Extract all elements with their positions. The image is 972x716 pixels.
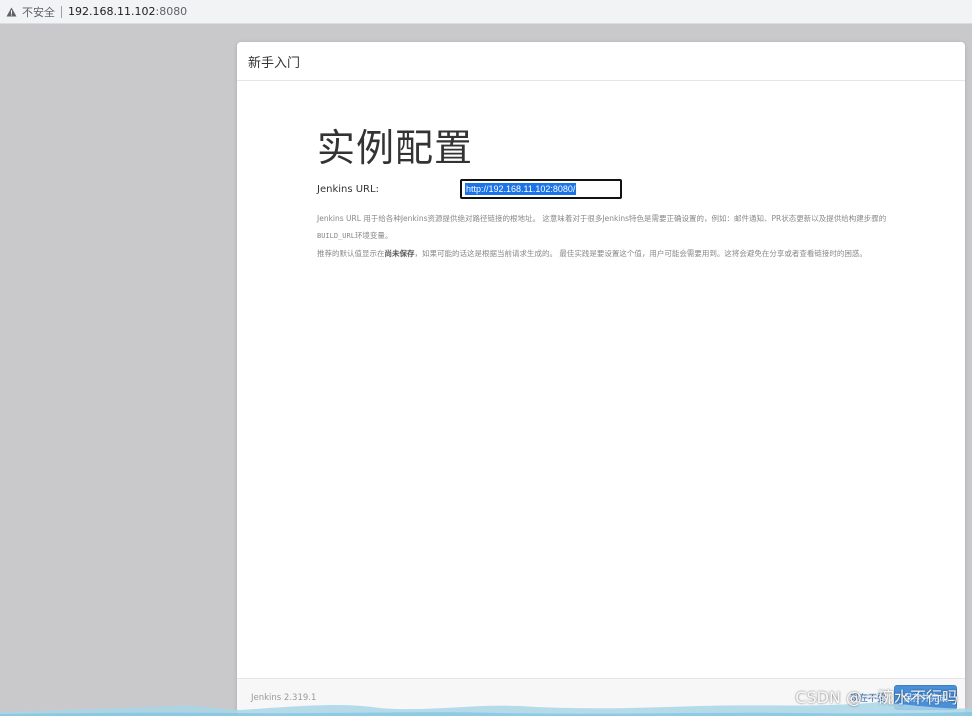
url-host[interactable]: 192.168.11.102 — [68, 5, 155, 18]
security-label[interactable]: 不安全 — [22, 4, 55, 20]
help-text-2b: ，如果可能的话这是根据当前请求生成的。 最佳实践是要设置这个值，用户可能会需要用… — [414, 249, 867, 258]
help-text-1a: Jenkins URL 用于给各种Jenkins资源提供绝对路径链接的根地址。 … — [317, 214, 887, 223]
address-separator — [61, 5, 62, 18]
jenkins-url-value[interactable]: http://192.168.11.102:8080/ — [465, 183, 577, 195]
help-text-2a: 推荐的默认值显示在 — [317, 249, 385, 258]
jenkins-version: Jenkins 2.319.1 — [251, 692, 317, 703]
help-text-1b: 环境变量。 — [354, 231, 393, 240]
csdn-watermark: CSDN @一碗水不行吗 — [795, 688, 958, 707]
jenkins-url-input[interactable]: http://192.168.11.102:8080/ — [460, 179, 622, 199]
url-port[interactable]: :8080 — [155, 5, 187, 18]
dialog-title: 新手入门 — [248, 55, 301, 71]
url-help-text: Jenkins URL 用于给各种Jenkins资源提供绝对路径链接的根地址。 … — [317, 210, 887, 262]
help-code-build-url: BUILD_URL — [317, 232, 355, 240]
dialog-header: 新手入门 — [237, 42, 965, 81]
jenkins-url-label: Jenkins URL: — [317, 183, 379, 195]
help-paragraph-2: 推荐的默认值显示在尚未保存，如果可能的话这是根据当前请求生成的。 最佳实践是要设… — [317, 245, 887, 262]
setup-dialog: 新手入门 实例配置 Jenkins URL: http://192.168.11… — [237, 42, 965, 716]
help-text-unsaved: 尚未保存 — [384, 249, 415, 258]
warning-triangle-icon — [6, 6, 17, 17]
page-title: 实例配置 — [317, 126, 474, 170]
instance-config-panel: 实例配置 Jenkins URL: http://192.168.11.102:… — [317, 126, 887, 262]
browser-address-bar[interactable]: 不安全 192.168.11.102:8080 — [0, 0, 972, 24]
jenkins-url-row: Jenkins URL: http://192.168.11.102:8080/ — [317, 178, 887, 200]
help-paragraph-1: Jenkins URL 用于给各种Jenkins资源提供绝对路径链接的根地址。 … — [317, 210, 887, 245]
